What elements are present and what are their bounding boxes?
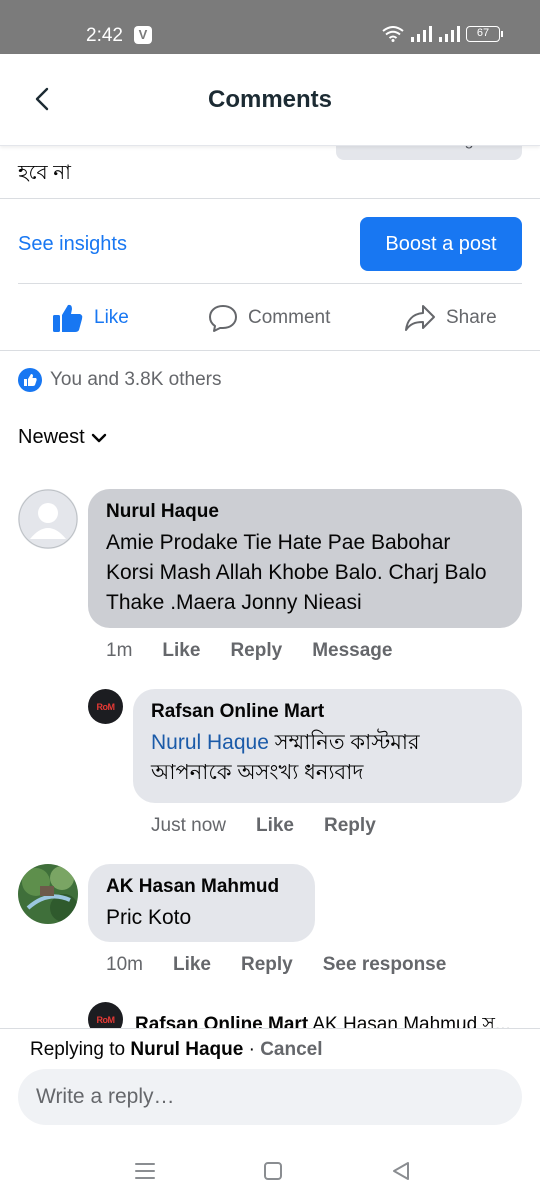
share-button[interactable]: Share [404,303,497,333]
comment-author[interactable]: Nurul Haque [106,501,504,523]
brand-logo: RoM [96,1014,116,1025]
comment-like-button[interactable]: Like [173,954,211,976]
reply-bubble[interactable]: Rafsan Online Mart Nurul Haque সম্মানিত … [133,689,522,803]
replying-to: Replying to Nurul Haque · Cancel [30,1039,323,1061]
see-insights-link[interactable]: See insights [18,233,127,256]
comment-author[interactable]: Rafsan Online Mart [151,701,504,723]
back-icon[interactable] [388,1158,414,1184]
comment-text: Amie Prodake Tie Hate Pae Babohar Korsi … [106,531,487,614]
see-response-button[interactable]: See response [323,954,447,976]
sort-dropdown[interactable]: Newest [18,426,107,449]
share-icon [405,305,435,331]
home-icon[interactable] [260,1158,286,1184]
comment-like-button[interactable]: Like [256,815,294,837]
avatar[interactable]: RoM [88,1002,123,1028]
menu-icon[interactable] [132,1158,158,1184]
comment-reply-button[interactable]: Reply [324,815,376,837]
comment-bubble[interactable]: Nurul Haque Amie Prodake Tie Hate Pae Ba… [88,489,522,628]
status-bar: 2:42 V 67 [0,0,540,54]
share-label: Share [446,307,497,328]
replying-separator: · [243,1039,261,1060]
post-actions: Like Comment Share [0,285,540,351]
comment-message-button[interactable]: Message [312,640,392,662]
send-message-button[interactable]: Send Message [336,146,522,160]
profile-photo-icon [18,864,78,924]
comment-text: Pric Koto [106,906,192,929]
comment-reply-button[interactable]: Reply [230,640,282,662]
comment-button[interactable]: Comment [208,303,330,333]
comment-meta: Just now Like Reply [151,815,406,837]
post-tail: Send Message হবে না [0,146,540,199]
replying-name: Nurul Haque [130,1039,244,1060]
boost-post-button[interactable]: Boost a post [360,217,522,271]
collapsed-reply[interactable]: RoM Rafsan Online Mart AK Hasan Mahmud স… [0,1002,540,1028]
like-label: Like [94,307,129,328]
page-title: Comments [207,86,333,113]
status-icons: 67 [382,26,503,42]
reply-preview-text: AK Hasan Mahmud স... [308,1014,511,1028]
comment-time: 1m [106,640,133,661]
avatar[interactable] [18,864,78,924]
system-nav-bar [0,1144,540,1200]
avatar[interactable] [18,489,78,549]
comment-like-button[interactable]: Like [162,640,200,662]
comment-time: Just now [151,815,226,836]
post-text: হবে না [18,162,71,184]
app-notification-icon: V [134,26,152,44]
comment-label: Comment [248,307,331,328]
thumbs-up-icon [53,304,83,332]
wifi-icon [382,26,404,42]
comment-author[interactable]: AK Hasan Mahmud [106,876,297,898]
reactions-summary[interactable]: You and 3.8K others [18,368,222,392]
brand-logo: RoM [96,701,116,712]
reply-author: Rafsan Online Mart [135,1014,309,1028]
chevron-down-icon [91,433,106,442]
app-bar: Comments [0,54,540,146]
comment-meta: 1m Like Reply Message [106,640,422,662]
signal-icon-2 [439,26,460,42]
reply-preview: Rafsan Online Mart AK Hasan Mahmud স... [135,1010,525,1028]
mention-link[interactable]: Nurul Haque [151,731,269,754]
status-time: 2:42 [86,25,123,46]
battery-icon: 67 [466,26,503,42]
sort-label: Newest [18,426,85,448]
insights-row: See insights Boost a post [18,199,522,284]
like-button[interactable]: Like [52,303,129,333]
reply-composer: Replying to Nurul Haque · Cancel [0,1028,540,1144]
reactions-count: You and 3.8K others [50,369,222,390]
avatar[interactable]: RoM [88,689,123,724]
reply-input[interactable] [18,1069,522,1125]
comment-reply-button[interactable]: Reply [241,954,293,976]
comment-text: Nurul Haque সম্মানিত কাস্টমার আপনাকে অসং… [151,728,504,788]
like-reaction-icon [18,368,42,392]
replying-prefix: Replying to [30,1039,131,1060]
comment-bubble[interactable]: AK Hasan Mahmud Pric Koto [88,864,315,942]
comment-meta: 10m Like Reply See response [106,954,476,976]
signal-icon [411,26,432,42]
default-avatar-icon [18,489,78,549]
cancel-reply-button[interactable]: Cancel [260,1039,322,1060]
comment-time: 10m [106,954,143,975]
comment-icon [209,305,237,332]
